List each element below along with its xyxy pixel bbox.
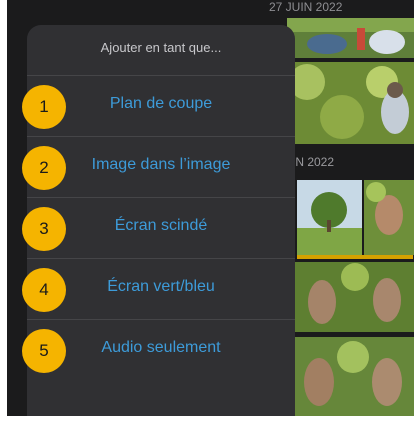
thumbnail[interactable] [287,62,414,144]
menu-item-split-screen[interactable]: Écran scindé [27,198,295,258]
menu-item-green-blue-screen[interactable]: Écran vert/bleu [27,259,295,319]
add-as-menu: Ajouter en tant que... Plan de coupe Ima… [27,25,295,416]
menu-item-label: Écran vert/bleu [107,278,215,295]
menu-item-label: Image dans l’image [91,156,231,173]
step-badge: 4 [22,268,66,312]
thumbnail[interactable] [287,262,414,332]
app-window: 27 JUIN 2022 IN 2022 Ajouter en tant que… [7,0,414,416]
menu-title: Ajouter en tant que... [100,40,222,55]
menu-item-audio-only[interactable]: Audio seulement [27,320,295,380]
menu-item-label: Plan de coupe [109,95,213,112]
step-badge: 1 [22,85,66,129]
step-badge: 2 [22,146,66,190]
thumbnail[interactable] [287,18,414,58]
menu-item-cutaway[interactable]: Plan de coupe [27,76,295,136]
menu-item-label: Écran scindé [114,217,208,234]
section-header-top: 27 JUIN 2022 [269,0,343,14]
step-badge: 5 [22,329,66,373]
step-badge: 3 [22,207,66,251]
thumbnail[interactable] [364,180,414,255]
selection-bar [297,255,413,259]
menu-item-picture-in-picture[interactable]: Image dans l’image [27,137,295,197]
thumbnail[interactable] [297,180,362,255]
menu-item-label: Audio seulement [101,339,221,356]
thumbnail[interactable] [287,337,414,416]
section-header-mid: IN 2022 [292,155,335,169]
